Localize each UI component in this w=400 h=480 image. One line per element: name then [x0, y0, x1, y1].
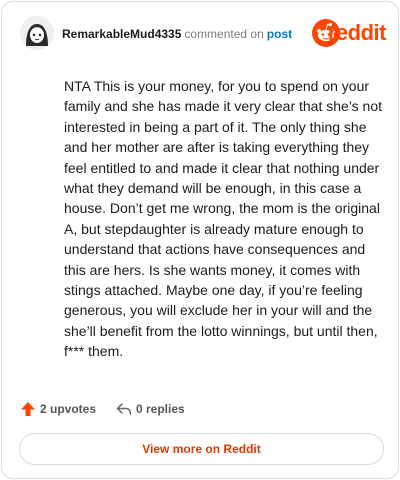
- replies-count: 0 replies: [136, 402, 185, 416]
- author-line: RemarkableMud4335 commented on post: [62, 26, 292, 42]
- upvotes-count: 2 upvotes: [40, 402, 97, 416]
- view-more-button[interactable]: View more on Reddit: [19, 433, 384, 465]
- comment-embed-card: RemarkableMud4335 commented on post reddit…: [1, 1, 399, 479]
- action-text: commented on: [184, 27, 264, 41]
- reddit-wordmark: reddit: [327, 20, 387, 45]
- upvote-arrow-icon: [21, 402, 35, 416]
- comment-header: RemarkableMud4335 commented on post reddit: [18, 16, 387, 52]
- reply-arrow-icon: [116, 403, 132, 415]
- comment-body: NTA This is your money, for you to spend…: [64, 78, 383, 360]
- post-link[interactable]: post: [267, 27, 292, 41]
- avatar[interactable]: [20, 16, 54, 50]
- author-username[interactable]: RemarkableMud4335: [62, 27, 181, 41]
